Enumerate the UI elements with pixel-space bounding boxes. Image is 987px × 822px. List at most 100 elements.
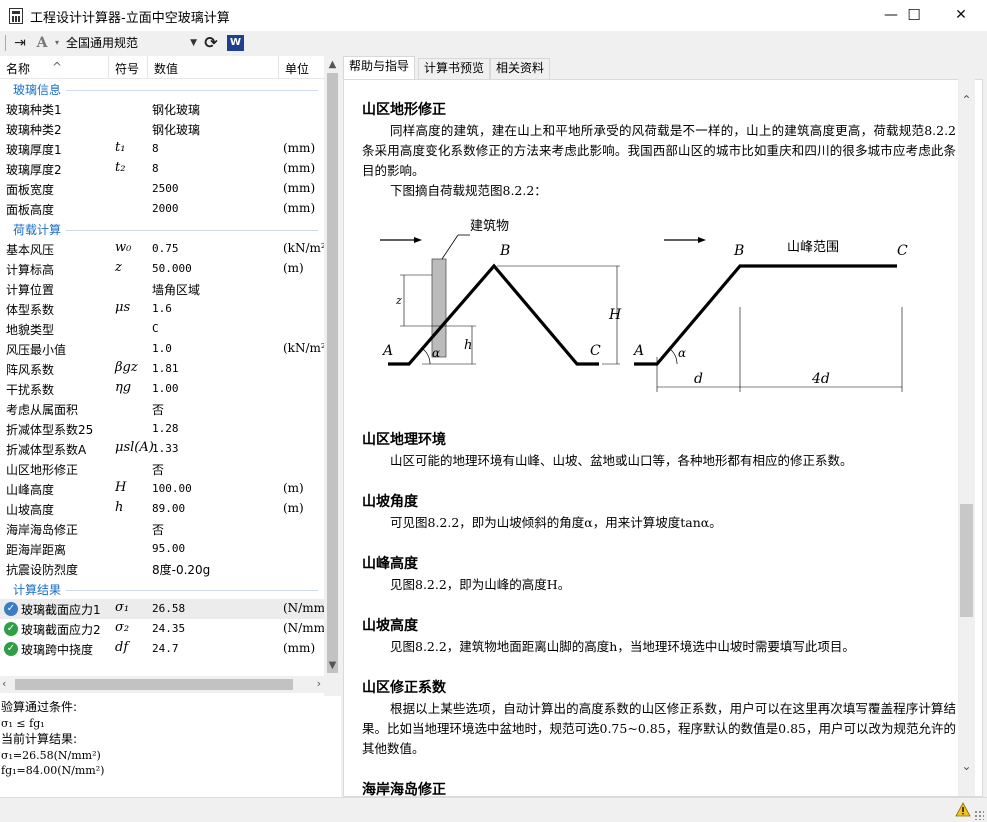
parameter-row[interactable]: 山区地形修正 否 xyxy=(0,459,324,479)
parameter-row[interactable]: 距海岸距离 95.00 xyxy=(0,539,324,559)
column-name[interactable]: 名称 xyxy=(6,60,30,77)
column-unit[interactable]: 单位 xyxy=(285,60,309,77)
parameter-value[interactable]: 否 xyxy=(152,461,164,478)
column-divider[interactable] xyxy=(108,56,109,78)
parameter-value[interactable]: 24.7 xyxy=(152,642,179,655)
scroll-right-icon[interactable]: › xyxy=(317,677,321,690)
parameter-value[interactable]: 50.000 xyxy=(152,262,192,275)
parameter-value[interactable]: 1.6 xyxy=(152,302,172,315)
parameter-name: 体型系数 xyxy=(6,303,55,317)
word-export-icon[interactable]: W xyxy=(227,35,244,51)
title-bar[interactable]: 工程设计计算器-立面中空玻璃计算 — ☐ ✕ xyxy=(0,0,987,31)
parameter-row[interactable]: 风压最小值 1.0 (kN/m²) xyxy=(0,339,324,359)
toolbar-grip xyxy=(5,35,6,51)
parameter-row[interactable]: 折减体型系数A μsl(A) 1.33 xyxy=(0,439,324,459)
pass-condition-label: 验算通过条件: xyxy=(1,700,78,714)
parameter-unit: (mm) xyxy=(283,641,316,655)
parameter-row[interactable]: 玻璃厚度2 t₂ 8 (mm) xyxy=(0,159,324,179)
standard-select[interactable]: 全国通用规范 ▼ xyxy=(62,34,200,53)
help-vertical-scrollbar[interactable]: ⌃ ⌄ xyxy=(958,79,975,796)
scroll-left-icon[interactable]: ‹ xyxy=(2,677,6,690)
maximize-button[interactable]: ☐ xyxy=(891,0,937,31)
parameter-value[interactable]: C xyxy=(152,322,159,335)
parameter-row[interactable]: 计算标高 z 50.000 (m) xyxy=(0,259,324,279)
scroll-up-icon[interactable]: ⌃ xyxy=(958,93,975,107)
section-title: 山峰高度 xyxy=(362,556,418,572)
parameter-row[interactable]: 山坡高度 h 89.00 (m) xyxy=(0,499,324,519)
alpha-arc xyxy=(422,348,431,365)
refresh-icon[interactable]: ⟳ xyxy=(202,34,220,52)
parameter-value[interactable]: 否 xyxy=(152,521,164,538)
parameter-value[interactable]: 26.58 xyxy=(152,602,185,615)
parameter-row[interactable]: 玻璃种类1 钢化玻璃 xyxy=(0,99,324,119)
parameter-row[interactable]: 海岸海岛修正 否 xyxy=(0,519,324,539)
scrollbar-thumb[interactable] xyxy=(960,504,973,617)
parameter-value[interactable]: 1.81 xyxy=(152,362,179,375)
exit-icon[interactable]: ⇥ xyxy=(11,34,29,52)
parameter-value[interactable]: 2000 xyxy=(152,202,179,215)
section-paragraph: 根据以上某些选项，自动计算出的高度系数的山区修正系数，用户可以在这里再次填写覆盖… xyxy=(362,701,956,756)
parameter-value[interactable]: 0.75 xyxy=(152,242,179,255)
parameter-name: 面板宽度 xyxy=(6,183,55,197)
section-title: 山区修正系数 xyxy=(362,680,446,696)
parameter-row[interactable]: 干扰系数 ηg 1.00 xyxy=(0,379,324,399)
parameter-value[interactable]: 2500 xyxy=(152,182,179,195)
parameter-value[interactable]: 1.0 xyxy=(152,342,172,355)
parameter-row[interactable]: 面板宽度 2500 (mm) xyxy=(0,179,324,199)
parameter-value[interactable]: 钢化玻璃 xyxy=(152,101,200,118)
group-divider xyxy=(66,90,318,91)
parameter-name: 基本风压 xyxy=(6,243,55,257)
parameter-value[interactable]: 100.00 xyxy=(152,482,192,495)
column-divider[interactable] xyxy=(278,56,279,78)
column-divider[interactable] xyxy=(147,56,148,78)
scrollbar-thumb[interactable] xyxy=(327,73,338,673)
parameter-row[interactable]: 玻璃厚度1 t₁ 8 (mm) xyxy=(0,139,324,159)
parameter-row[interactable]: 面板高度 2000 (mm) xyxy=(0,199,324,219)
parameter-value[interactable]: 1.28 xyxy=(152,422,179,435)
scroll-down-icon[interactable]: ⌄ xyxy=(958,759,975,773)
parameter-value[interactable]: 24.35 xyxy=(152,622,185,635)
parameter-row[interactable]: 基本风压 w₀ 0.75 (kN/m²) xyxy=(0,239,324,259)
parameter-row[interactable]: 计算位置 墙角区域 xyxy=(0,279,324,299)
column-header: 名称 ^ 符号 数值 单位 xyxy=(0,56,324,79)
column-value[interactable]: 数值 xyxy=(154,60,178,77)
column-symbol[interactable]: 符号 xyxy=(115,60,139,77)
parameter-row[interactable]: 折减体型系数25 1.28 xyxy=(0,419,324,439)
parameter-value[interactable]: 墙角区域 xyxy=(152,281,200,298)
parameter-row[interactable]: 体型系数 μs 1.6 xyxy=(0,299,324,319)
parameter-row[interactable]: ✓ 玻璃跨中挠度 df 24.7 (mm) xyxy=(0,639,324,659)
parameter-value[interactable]: 1.33 xyxy=(152,442,179,455)
parameter-row[interactable]: ✓玻璃截面应力1 σ₁ 26.58 (N/mm²) xyxy=(0,599,324,619)
parameter-row[interactable]: 山峰高度 H 100.00 (m) xyxy=(0,479,324,499)
parameter-row[interactable]: 考虑从属面积 否 xyxy=(0,399,324,419)
parameter-row[interactable]: 抗震设防烈度 8度-0.20g xyxy=(0,559,324,579)
parameter-value[interactable]: 钢化玻璃 xyxy=(152,121,200,138)
tab-references[interactable]: 相关资料 xyxy=(490,58,551,79)
close-button[interactable]: ✕ xyxy=(938,0,984,31)
parameter-list: 名称 ^ 符号 数值 单位 玻璃信息 玻璃种类1 钢化玻璃 玻璃种类2 钢化玻璃 玻璃厚度… xyxy=(0,56,341,696)
scroll-down-icon[interactable]: ▼ xyxy=(324,660,341,671)
parameter-value[interactable]: 95.00 xyxy=(152,542,185,555)
parameter-value[interactable]: 89.00 xyxy=(152,502,185,515)
section-title: 山区地理环境 xyxy=(362,432,446,448)
parameter-value[interactable]: 8 xyxy=(152,142,159,155)
parameter-value[interactable]: 1.00 xyxy=(152,382,179,395)
tab-help[interactable]: 帮助与指导 xyxy=(343,56,416,79)
resize-grip[interactable] xyxy=(974,810,984,820)
list-horizontal-scrollbar[interactable]: ‹ › xyxy=(0,676,324,693)
parameter-row[interactable]: ✓玻璃截面应力2 σ₂ 24.35 (N/mm²) xyxy=(0,619,324,639)
warning-icon[interactable] xyxy=(955,802,971,817)
parameter-symbol: βgz xyxy=(115,360,138,375)
list-vertical-scrollbar[interactable]: ▲ ▼ xyxy=(324,56,341,732)
parameter-value[interactable]: 否 xyxy=(152,401,164,418)
tab-report-preview[interactable]: 计算书预览 xyxy=(418,58,491,79)
scrollbar-thumb[interactable] xyxy=(15,679,293,690)
scroll-up-icon[interactable]: ▲ xyxy=(324,59,341,70)
parameter-unit: (kN/m²) xyxy=(283,241,324,255)
parameter-row[interactable]: 玻璃种类2 钢化玻璃 xyxy=(0,119,324,139)
parameter-row[interactable]: 阵风系数 βgz 1.81 xyxy=(0,359,324,379)
group-title: 荷载计算 xyxy=(13,223,62,237)
parameter-value[interactable]: 8 xyxy=(152,162,159,175)
parameter-value[interactable]: 8度-0.20g xyxy=(152,561,210,578)
parameter-row[interactable]: 地貌类型 C xyxy=(0,319,324,339)
